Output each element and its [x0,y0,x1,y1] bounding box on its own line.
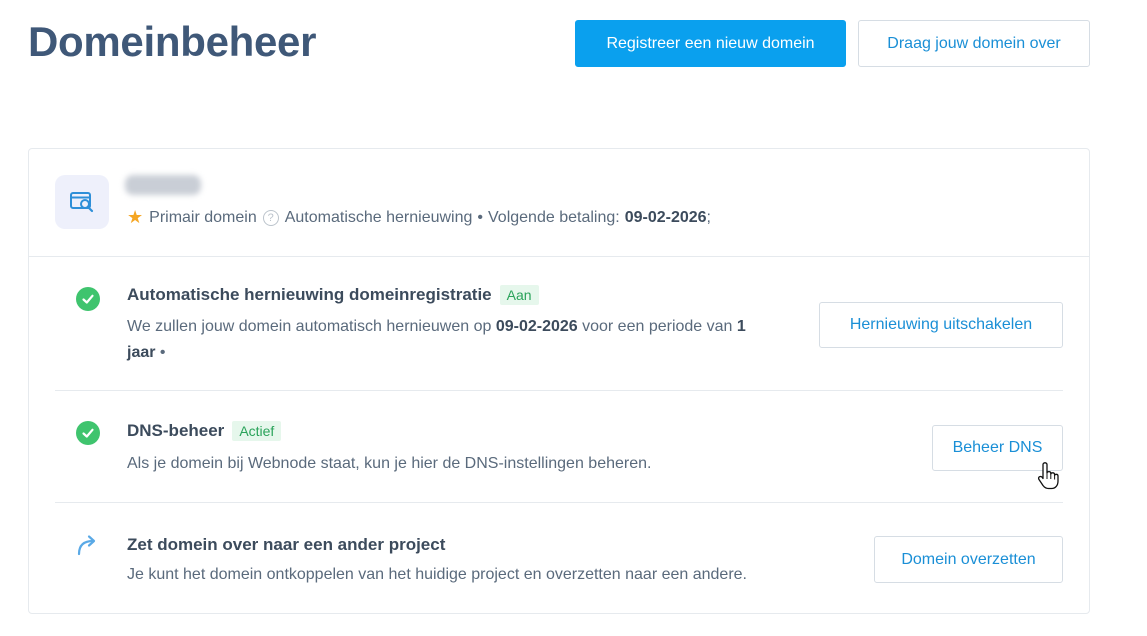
status-badge: Actief [232,421,282,441]
auto-renewal-title: Automatische hernieuwing domeinregistrat… [127,285,539,305]
next-payment-date: 09-02-2026 [624,208,707,226]
desc-text: voor een periode van [577,318,737,335]
separator: • [477,208,484,226]
arrow-redirect-icon [75,533,101,562]
dns-description: Als je domein bij Webnode staat, kun je … [127,455,652,472]
hand-pointer-icon [1037,462,1059,495]
help-circle-icon[interactable]: ? [262,209,279,226]
auto-renewal-title-text: Automatische hernieuwing domeinregistrat… [127,285,492,304]
register-domain-button[interactable]: Registreer een nieuw domein [575,20,846,67]
auto-renewal-description: We zullen jouw domein automatisch hernie… [127,314,767,366]
divider [29,256,1089,257]
trailing-semicolon: ; [706,208,711,226]
disable-renewal-button[interactable]: Hernieuwing uitschakelen [819,302,1063,348]
dns-title: DNS-beheer Actief [127,421,282,441]
check-circle-icon [76,287,100,311]
dns-title-text: DNS-beheer [127,421,225,440]
star-icon: ★ [127,207,144,227]
domain-search-icon [55,175,109,229]
domain-card: ★ Primair domein ? Automatische hernieuw… [28,148,1090,614]
status-badge: Aan [499,285,539,305]
divider [55,502,1063,503]
renewal-date: 09-02-2026 [495,318,578,335]
move-domain-title: Zet domein over naar een ander project [127,535,446,554]
desc-text: We zullen jouw domein automatisch hernie… [127,318,496,335]
next-payment-label: Volgende betaling: [488,208,620,226]
desc-text: • [155,344,166,361]
move-domain-button[interactable]: Domein overzetten [874,536,1063,583]
page-title: Domeinbeheer [28,18,317,65]
primary-domain-label: Primair domein [149,208,257,226]
move-domain-description: Je kunt het domein ontkoppelen van het h… [127,566,747,583]
domain-meta: ★ Primair domein ? Automatische hernieuw… [127,207,711,228]
divider [55,390,1063,391]
renewal-info: Automatische hernieuwing [284,208,473,226]
transfer-domain-button[interactable]: Draag jouw domein over [858,20,1090,67]
domain-name-redacted [125,175,201,195]
check-circle-icon [76,421,100,445]
